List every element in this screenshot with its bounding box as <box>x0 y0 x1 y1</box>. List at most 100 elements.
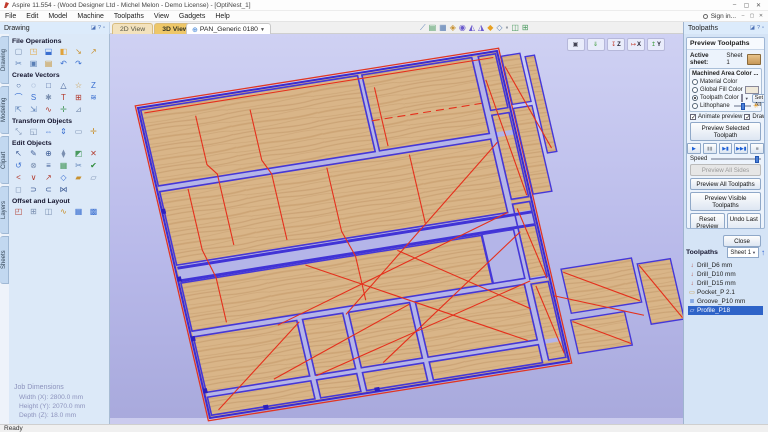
circle-icon[interactable]: ○ <box>12 80 25 91</box>
toolpath-item[interactable]: ↓ Drill_D6 mm <box>688 261 763 270</box>
stop-button[interactable]: ■ <box>750 143 764 154</box>
menu-item[interactable]: Toolpaths <box>109 13 149 20</box>
join-icon[interactable]: ∨ <box>27 172 40 183</box>
animate-preview-checkbox[interactable] <box>690 114 696 121</box>
preview-visible-toolpaths-button[interactable]: Preview Visible Toolpaths <box>690 192 761 211</box>
gear-icon[interactable]: ✱ <box>42 92 55 103</box>
arc-icon[interactable]: ⌒ <box>12 92 25 103</box>
reset-preview-button[interactable]: Reset Preview <box>690 213 725 228</box>
sidebar-tab[interactable]: Layers <box>0 186 9 234</box>
zoom-window-icon[interactable]: ◉ <box>459 22 466 34</box>
smooth-icon[interactable]: ◇ <box>57 172 70 183</box>
tile-icon[interactable]: ▩ <box>87 206 100 217</box>
pin-icon[interactable]: ◪ <box>91 25 96 31</box>
curve-icon[interactable]: S <box>27 92 40 103</box>
sidebar-tab[interactable]: Drawing <box>0 36 9 84</box>
unfill-icon[interactable]: ▱ <box>87 172 100 183</box>
sheet-preview-button[interactable] <box>747 53 761 65</box>
close-button[interactable]: Close <box>723 235 761 247</box>
toolpath-item[interactable]: ▱ Profile_P18 <box>688 306 763 315</box>
cut-icon[interactable]: ✂ <box>12 58 25 69</box>
delete-icon[interactable]: ✕ <box>87 148 100 159</box>
close-button[interactable]: ✕ <box>753 1 764 10</box>
undock-icon[interactable]: ▫ <box>103 25 105 31</box>
export-icon[interactable]: ↗ <box>87 46 100 57</box>
menu-item[interactable]: Machine <box>72 13 108 20</box>
bitmap-icon[interactable]: ▤ <box>429 22 437 34</box>
group-icon[interactable]: ◩ <box>72 148 85 159</box>
radio-lithophane[interactable]: Lithophane ☀ <box>692 102 759 110</box>
pause-button[interactable]: ▮▮ <box>702 143 717 154</box>
weld-icon[interactable]: ⊗ <box>27 160 40 171</box>
vector-texture-icon[interactable]: ∿ <box>57 206 70 217</box>
extend-icon[interactable]: < <box>12 172 25 183</box>
menu-item[interactable]: Gadgets <box>174 13 210 20</box>
toolpath-item[interactable]: ≣ Groove_P10 mm <box>688 297 763 306</box>
side-view-y-button[interactable]: ↥ Y <box>647 38 665 51</box>
speed-slider[interactable] <box>711 155 761 163</box>
text-icon[interactable]: T <box>57 92 70 103</box>
zoom-in-icon[interactable]: ◭ <box>469 22 475 34</box>
radio-toolpath-color[interactable]: Toolpath Color ▼ Set All <box>692 93 764 108</box>
text-box-icon[interactable]: ⊞ <box>72 92 85 103</box>
array-icon[interactable]: ▦ <box>57 160 70 171</box>
grid-icon[interactable]: ▦ <box>439 22 447 34</box>
menu-item[interactable]: Help <box>210 13 234 20</box>
offset-open-icon[interactable]: ↗ <box>42 172 55 183</box>
scale-icon[interactable]: ▭ <box>72 126 85 137</box>
new-file-icon[interactable]: ▢ <box>12 46 25 57</box>
chevron-down-icon[interactable]: ▼ <box>260 27 265 33</box>
sidebar-tab[interactable]: Modeling <box>0 86 9 134</box>
node-edit-icon[interactable]: ✎ <box>27 148 40 159</box>
center-icon[interactable]: ✛ <box>87 126 100 137</box>
help-icon[interactable]: ? <box>98 25 101 31</box>
paste-icon[interactable]: ▤ <box>42 58 55 69</box>
3d-view-canvas[interactable]: ▣ ⇓ ↧ Z ↦ X ↥ Y <box>110 34 683 424</box>
radio-icon[interactable] <box>692 79 698 85</box>
star-icon[interactable]: ☆ <box>72 80 85 91</box>
front-view-z-button[interactable]: ↧ Z <box>607 38 625 51</box>
run-to-end-button[interactable]: ▶▶▮ <box>734 143 749 154</box>
copy-icon[interactable]: ▣ <box>27 58 40 69</box>
maximize-button[interactable]: ▢ <box>741 1 752 10</box>
save-file-icon[interactable]: ⬓ <box>42 46 55 57</box>
sign-in-link[interactable]: Sign in... <box>711 13 736 20</box>
radio-icon[interactable] <box>692 95 698 101</box>
text-on-curve-icon[interactable]: ≋ <box>87 92 100 103</box>
redo-icon[interactable]: ↷ <box>72 58 85 69</box>
child-minimize-button[interactable]: – <box>739 12 747 20</box>
validate-icon[interactable]: ✔ <box>87 160 100 171</box>
look-down-button[interactable]: ⇓ <box>587 38 605 51</box>
polygon-icon[interactable]: △ <box>57 80 70 91</box>
side-view-x-button[interactable]: ↦ X <box>627 38 645 51</box>
sidebar-tab[interactable]: Clipart <box>0 136 9 184</box>
align-left-icon[interactable]: ⇱ <box>12 104 25 115</box>
open-file-icon[interactable]: ◳ <box>27 46 40 57</box>
dimension-icon[interactable]: ✛ <box>57 104 70 115</box>
radio-material-color[interactable]: Material Color <box>692 78 759 86</box>
global-fill-color-swatch[interactable] <box>745 86 759 94</box>
mirror-v-icon[interactable]: ⇕ <box>57 126 70 137</box>
tile-windows-icon[interactable]: ◫ <box>511 22 519 34</box>
pause-snap-icon[interactable]: ▪ <box>506 22 509 34</box>
play-button[interactable]: ▶ <box>687 143 701 154</box>
help-icon[interactable]: ? <box>757 25 760 31</box>
radio-icon[interactable] <box>692 103 698 109</box>
polyline-icon[interactable]: Z <box>87 80 100 91</box>
toolpath-item[interactable]: ▭ Pocket_P 2.1 <box>688 288 763 297</box>
iso-view-button[interactable]: ▣ <box>567 38 585 51</box>
trim-icon[interactable]: ⊿ <box>72 104 85 115</box>
menu-item[interactable]: File <box>0 13 21 20</box>
sidebar-tab[interactable]: Sheets <box>0 236 9 284</box>
close-open-icon[interactable]: ⊃ <box>27 184 40 195</box>
align-right-icon[interactable]: ⇲ <box>27 104 40 115</box>
sketch-icon[interactable]: ∿ <box>42 104 55 115</box>
split-view-icon[interactable]: ⊞ <box>522 22 529 34</box>
radio-icon[interactable] <box>692 87 698 93</box>
box-icon[interactable]: ◻ <box>12 184 25 195</box>
rotate-icon[interactable]: ◱ <box>27 126 40 137</box>
toolpath-item[interactable]: ↓ Drill_D15 mm <box>688 279 763 288</box>
step-button[interactable]: ▶▮ <box>718 143 733 154</box>
menu-item[interactable]: Edit <box>21 13 43 20</box>
undock-icon[interactable]: ▫ <box>762 25 764 31</box>
